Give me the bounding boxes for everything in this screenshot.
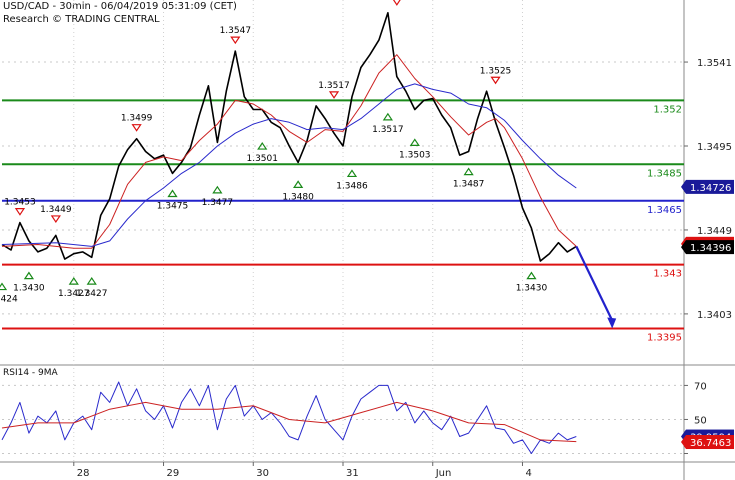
pivot-low-marker <box>409 138 420 146</box>
forecast-arrow-head <box>607 317 617 329</box>
pivot-high-marker <box>230 36 241 45</box>
level-label: 1.3485 <box>647 168 682 179</box>
pivot-low-label: 1.3486 <box>336 181 368 191</box>
price-badge-label: 1.34726 <box>690 183 731 194</box>
pivot-low-marker <box>526 271 537 280</box>
time-tick-label: Jun <box>435 468 452 479</box>
pivot-low-marker <box>167 189 178 198</box>
rsi-tick-label: 70 <box>694 381 707 392</box>
pivot-low-label: 1.3487 <box>453 180 485 190</box>
price-tick-label: 1.3541 <box>697 58 732 69</box>
time-tick-label: 4 <box>525 468 531 479</box>
pivot-low-label: 1.3430 <box>13 284 45 294</box>
time-tick-label: 30 <box>256 468 269 479</box>
forecast-arrow-shaft <box>575 245 614 321</box>
pivot-high-marker <box>131 124 142 132</box>
pivot-high-label: 1.3517 <box>318 81 350 91</box>
pivot-high-label: 1.3449 <box>40 205 72 215</box>
pivot-high-marker <box>328 91 340 99</box>
pivot-low-marker <box>212 185 223 194</box>
ma_fast-line <box>1 54 577 249</box>
price-chart: 1.3541 1.3495 1.3449 1.3403 28 29 30 31 Jun 4 1.35… <box>0 0 735 480</box>
price-tick-label: 1.3495 <box>697 142 732 153</box>
price-line <box>1 12 577 262</box>
time-tick-label: 31 <box>346 468 359 479</box>
pivot-high-label: 1.3453 <box>4 198 36 208</box>
time-tick-label: 29 <box>167 468 180 479</box>
level-label: 1.3395 <box>647 333 682 344</box>
pivot-low-marker <box>68 277 79 285</box>
pivot-low-marker <box>257 141 268 150</box>
pivot-low-label: 1.3480 <box>282 192 314 202</box>
pivot-low-label: 1.3477 <box>202 198 234 208</box>
level-label: 1.343 <box>653 269 682 280</box>
pivot-low-marker <box>382 112 393 121</box>
price-tick-label: 1.3449 <box>697 226 732 237</box>
rsi-badge-label: 36.7463 <box>690 438 731 449</box>
pivot-high-label: 1.3525 <box>480 66 512 76</box>
pivot-low-marker <box>86 277 97 285</box>
pivot-low-label: 1.3475 <box>157 202 189 212</box>
pivot-low-label: 1.3501 <box>246 154 278 164</box>
pivot-low-label: 1.3430 <box>516 284 548 294</box>
pivot-low-marker <box>0 282 8 291</box>
pivot-low-marker <box>23 271 35 280</box>
level-label: 1.3465 <box>647 205 682 216</box>
pivot-high-marker <box>490 76 501 85</box>
pivot-low-label: 1.3427 <box>76 289 108 299</box>
price-badge-label: 1.34396 <box>690 243 731 254</box>
pivot-high-marker <box>14 208 26 216</box>
price-tick-label: 1.3403 <box>697 310 732 321</box>
pivot-low-label: 1.3503 <box>399 150 431 160</box>
pivot-high-marker <box>50 215 61 224</box>
pivot-low-marker <box>293 180 304 188</box>
pivot-low-marker <box>346 169 358 178</box>
pivot-high-label: 1.3547 <box>220 26 252 36</box>
level-label: 1.352 <box>653 104 682 115</box>
pivot-low-label: 1.3424 <box>0 295 18 305</box>
pivot-low-label: 1.3517 <box>372 125 404 135</box>
pivot-high-marker <box>392 0 401 6</box>
pivot-high-label: 1.3499 <box>121 114 153 124</box>
time-tick-label: 28 <box>77 468 90 479</box>
rsi-tick-label: 50 <box>694 415 707 426</box>
pivot-low-marker <box>463 167 474 176</box>
